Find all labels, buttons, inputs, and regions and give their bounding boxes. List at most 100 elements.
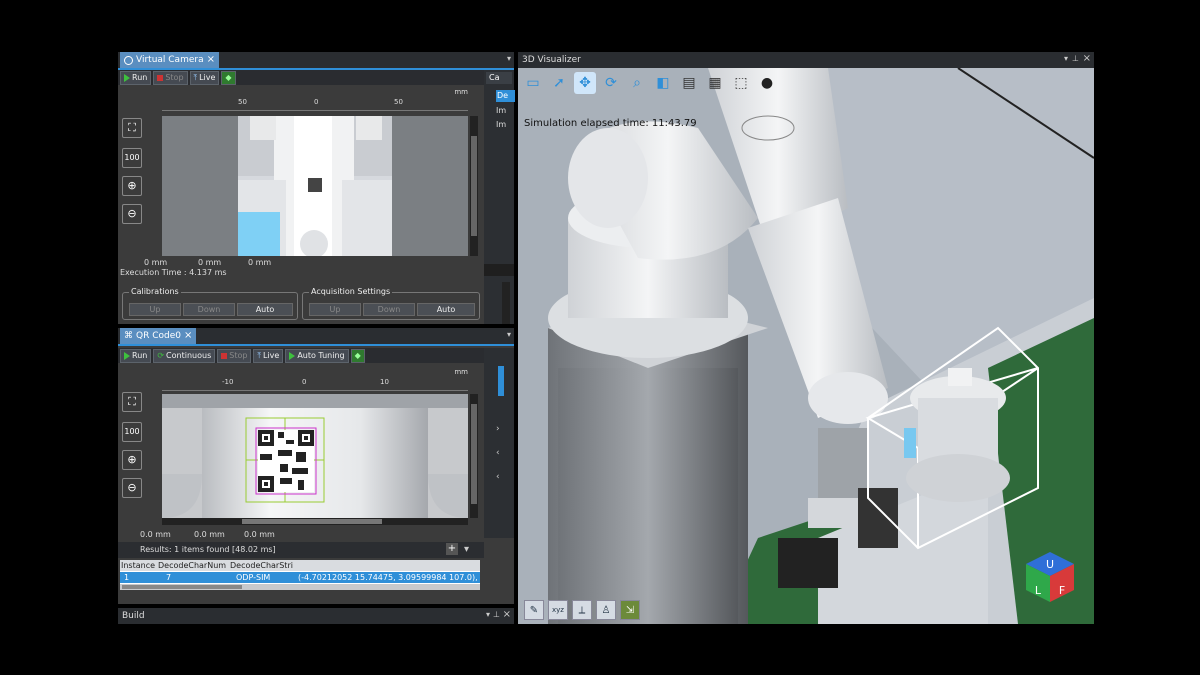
results-text: Results: 1 items found [48.02 ms] bbox=[140, 545, 276, 554]
chevron-right-icon[interactable]: › bbox=[496, 424, 500, 434]
close-icon[interactable]: × bbox=[207, 52, 215, 68]
table-row[interactable]: 1 7 ODP-SIM (-4.70212052 15.74475, 3.095… bbox=[120, 572, 480, 583]
ruler-label: 50 bbox=[394, 98, 403, 106]
acquisition-group: Acquisition Settings Up Down Auto bbox=[302, 287, 480, 320]
stop-button[interactable]: Stop bbox=[153, 70, 188, 85]
side-item[interactable]: Im bbox=[496, 120, 506, 129]
ruler-label: 0 bbox=[314, 98, 319, 106]
edit-icon[interactable]: ✎ bbox=[524, 600, 544, 620]
zoom-in-icon[interactable]: ⊕ bbox=[122, 450, 142, 470]
tab-virtual-camera[interactable]: Virtual Camera × bbox=[120, 52, 219, 68]
run-button[interactable]: Run bbox=[120, 348, 152, 363]
btn-label: Auto bbox=[255, 305, 275, 314]
close-icon[interactable]: × bbox=[503, 609, 511, 620]
execution-time: Execution Time : 4.137 ms bbox=[120, 268, 227, 277]
fit-icon[interactable]: ⛶ bbox=[122, 118, 142, 138]
scroll-thumb[interactable] bbox=[122, 585, 242, 589]
properties-icon[interactable]: ▤ bbox=[678, 72, 700, 94]
chevron-down-icon[interactable]: ▾ bbox=[1064, 54, 1068, 63]
top-ruler: -10 0 10 mm bbox=[162, 368, 468, 391]
zoom-in-icon[interactable]: ⊕ bbox=[122, 176, 142, 196]
layout-icon[interactable]: ▦ bbox=[704, 72, 726, 94]
window-icon[interactable]: ▭ bbox=[522, 72, 544, 94]
acq-up-button[interactable]: Up bbox=[309, 303, 361, 316]
axis-icon[interactable]: ⟂ bbox=[572, 600, 592, 620]
export-icon[interactable]: ⇲ bbox=[620, 600, 640, 620]
qr-side-scroll[interactable] bbox=[498, 366, 504, 396]
table-header: Instance DecodeCharNum DecodeCharStri bbox=[120, 560, 480, 571]
add-icon[interactable]: + bbox=[446, 543, 458, 555]
chevron-down-icon[interactable]: ▾ bbox=[507, 330, 511, 339]
flag-button[interactable]: ◆ bbox=[221, 70, 236, 85]
col-decode-char-num: DecodeCharNum bbox=[158, 561, 227, 570]
stop-button[interactable]: Stop bbox=[217, 348, 252, 363]
calibrations-group: Calibrations Up Down Auto bbox=[122, 287, 298, 320]
camera-vscroll[interactable] bbox=[470, 116, 478, 256]
qr-code-tab-label: QR Code0 bbox=[136, 331, 181, 341]
side-item[interactable]: Im bbox=[496, 106, 506, 115]
zoom-100-icon[interactable]: 100 bbox=[122, 148, 142, 168]
side-scrollbar[interactable] bbox=[502, 282, 510, 324]
scroll-thumb[interactable] bbox=[242, 519, 382, 524]
cell-char-num: 7 bbox=[166, 573, 172, 582]
chevron-left-icon[interactable]: ‹ bbox=[496, 472, 500, 482]
side-item[interactable]: De bbox=[496, 90, 515, 102]
xyz-icon[interactable]: xyz bbox=[548, 600, 568, 620]
continuous-button[interactable]: ⟳ Continuous bbox=[153, 348, 216, 363]
zoom-out-icon[interactable]: ⊖ bbox=[122, 204, 142, 224]
run-button[interactable]: Run bbox=[120, 70, 152, 85]
coord-x: 0.0 mm bbox=[140, 530, 171, 539]
tab-qr-code[interactable]: ⌘ QR Code0 × bbox=[120, 328, 197, 344]
acq-down-button[interactable]: Down bbox=[363, 303, 415, 316]
pin-icon[interactable]: ⊥ bbox=[1072, 54, 1079, 63]
zoom-out-icon[interactable]: ⊖ bbox=[122, 478, 142, 498]
close-icon[interactable]: × bbox=[184, 328, 192, 344]
auto-tuning-button[interactable]: Auto Tuning bbox=[285, 348, 349, 363]
col-instance: Instance bbox=[121, 561, 156, 570]
fit-icon[interactable]: ⛶ bbox=[122, 392, 142, 412]
live-button[interactable]: ⤒ Live bbox=[189, 70, 220, 85]
cell-instance: 1 bbox=[124, 573, 130, 582]
chevron-down-icon[interactable]: ▾ bbox=[464, 544, 469, 555]
chevron-down-icon[interactable]: ▾ bbox=[507, 54, 511, 63]
live-label: Live bbox=[262, 350, 280, 360]
visualizer-toolbar: ▭ ➚ ✥ ⟳ ⌕ ◧ ▤ ▦ ⬚ ● bbox=[520, 70, 782, 96]
orientation-cube[interactable]: U L F bbox=[1022, 550, 1078, 604]
calib-up-button[interactable]: Up bbox=[129, 303, 181, 316]
cube-view-icon[interactable]: ◧ bbox=[652, 72, 674, 94]
side-tab[interactable]: Ca bbox=[486, 72, 512, 84]
live-button[interactable]: ⤒ Live bbox=[253, 348, 284, 363]
flag-button[interactable]: ◆ bbox=[350, 348, 365, 363]
move-icon[interactable]: ✥ bbox=[574, 72, 596, 94]
close-icon[interactable]: × bbox=[1083, 53, 1091, 64]
live-label: Live bbox=[199, 72, 216, 82]
select-arrow-icon[interactable]: ➚ bbox=[548, 72, 570, 94]
camera-tab-icon bbox=[124, 55, 133, 65]
camera-record-icon[interactable]: ● bbox=[756, 72, 778, 94]
ruler-label: 10 bbox=[380, 378, 389, 386]
calib-auto-button[interactable]: Auto bbox=[237, 303, 293, 316]
qr-hscroll[interactable] bbox=[162, 518, 468, 525]
chevron-down-icon[interactable]: ▾ bbox=[486, 610, 490, 619]
scroll-thumb[interactable] bbox=[471, 404, 477, 504]
coord-x: 0 mm bbox=[144, 258, 168, 267]
table-hscroll[interactable] bbox=[120, 584, 480, 590]
person-icon[interactable]: ♙ bbox=[596, 600, 616, 620]
scroll-thumb[interactable] bbox=[471, 136, 477, 236]
cube-label-u: U bbox=[1046, 558, 1054, 571]
zoom-100-icon[interactable]: 100 bbox=[122, 422, 142, 442]
scene-3d[interactable] bbox=[518, 68, 1094, 624]
acq-auto-button[interactable]: Auto bbox=[417, 303, 475, 316]
coord-y: 0.0 mm bbox=[194, 530, 225, 539]
calib-down-button[interactable]: Down bbox=[183, 303, 235, 316]
chevron-left-icon[interactable]: ‹ bbox=[496, 448, 500, 458]
pin-icon[interactable]: ⊥ bbox=[493, 610, 500, 619]
build-panel: Build ▾ ⊥ × bbox=[118, 608, 514, 624]
box-view-icon[interactable]: ⬚ bbox=[730, 72, 752, 94]
rotate-icon[interactable]: ⟳ bbox=[600, 72, 622, 94]
qr-camera-vscroll[interactable] bbox=[470, 394, 478, 518]
side-item-label: Im bbox=[496, 120, 507, 129]
top-ruler: 50 0 50 mm bbox=[162, 88, 468, 111]
cube-label-f: F bbox=[1059, 584, 1065, 597]
zoom-icon[interactable]: ⌕ bbox=[626, 72, 648, 94]
